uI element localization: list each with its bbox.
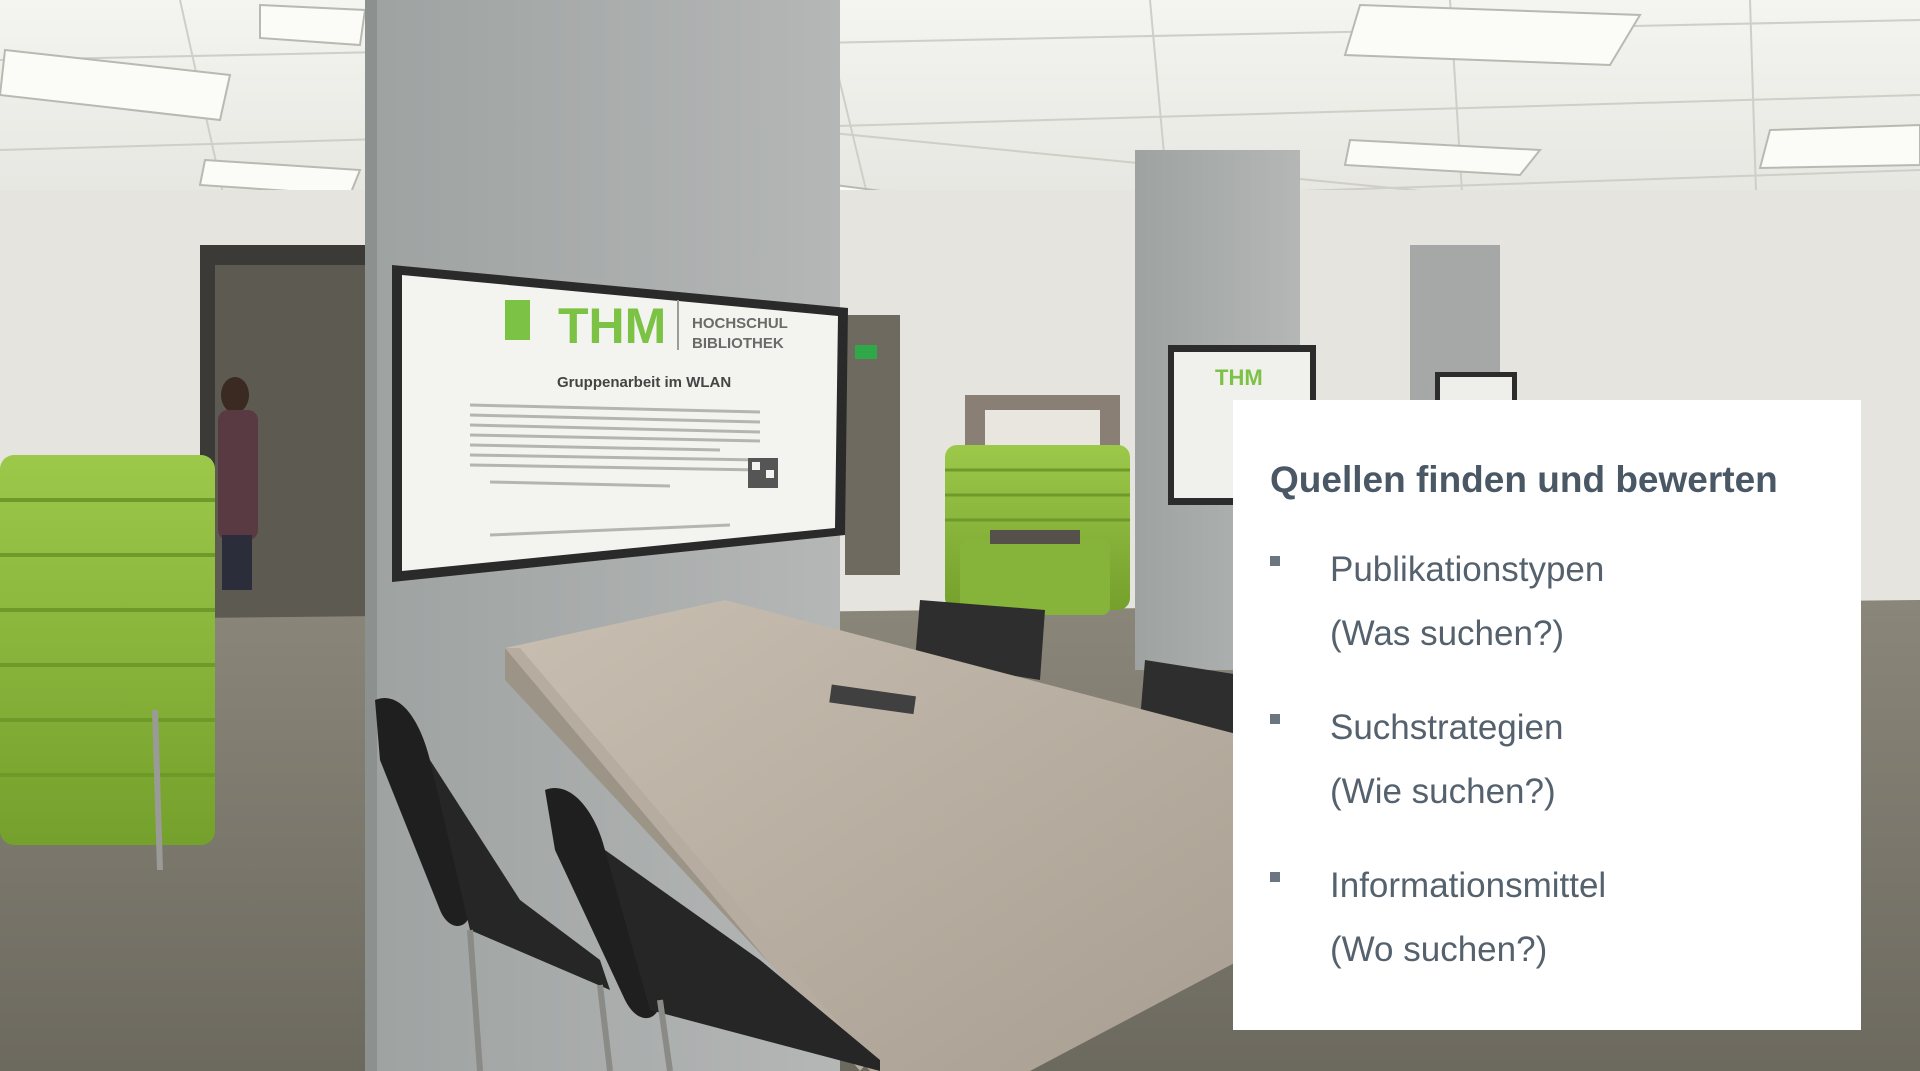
topic-list: Publikationstypen (Was suchen?) Suchstra… <box>1270 538 1861 982</box>
screen-brand: THM <box>558 298 666 354</box>
square-bullet-icon <box>1270 714 1280 725</box>
list-item: Suchstrategien (Wie suchen?) <box>1270 696 1861 824</box>
list-item: Publikationstypen (Was suchen?) <box>1270 538 1861 666</box>
screen-brand-side-2: BIBLIOTHEK <box>692 335 784 352</box>
exit-sign <box>855 345 877 359</box>
screen-brand-side: HOCHSCHUL <box>692 315 788 332</box>
card-title: Quellen finden und bewerten <box>1270 459 1778 500</box>
shelf-opening <box>985 410 1100 450</box>
info-card: Quellen finden und bewerten Publikations… <box>1233 400 1861 1030</box>
topic-question: (Was suchen?) <box>1330 614 1565 654</box>
topic-question: (Wie suchen?) <box>1330 772 1556 812</box>
screen-headline: Gruppenarbeit im WLAN <box>557 374 731 391</box>
green-armchair-back <box>945 445 1130 615</box>
topic-question: (Wo suchen?) <box>1330 930 1548 970</box>
green-armchair-left <box>0 455 215 871</box>
wall-screen-main: THM HOCHSCHUL BIBLIOTHEK Gruppenarbeit i… <box>392 265 848 582</box>
list-item: Informationsmittel (Wo suchen?) <box>1270 854 1861 982</box>
square-bullet-icon <box>1270 556 1280 567</box>
topic-label: Suchstrategien <box>1330 708 1564 748</box>
square-bullet-icon <box>1270 872 1280 883</box>
screen-middle-brand: THM <box>1215 365 1263 390</box>
topic-label: Informationsmittel <box>1330 866 1607 906</box>
pillar-edge <box>365 0 377 1071</box>
topic-label: Publikationstypen <box>1330 550 1605 590</box>
